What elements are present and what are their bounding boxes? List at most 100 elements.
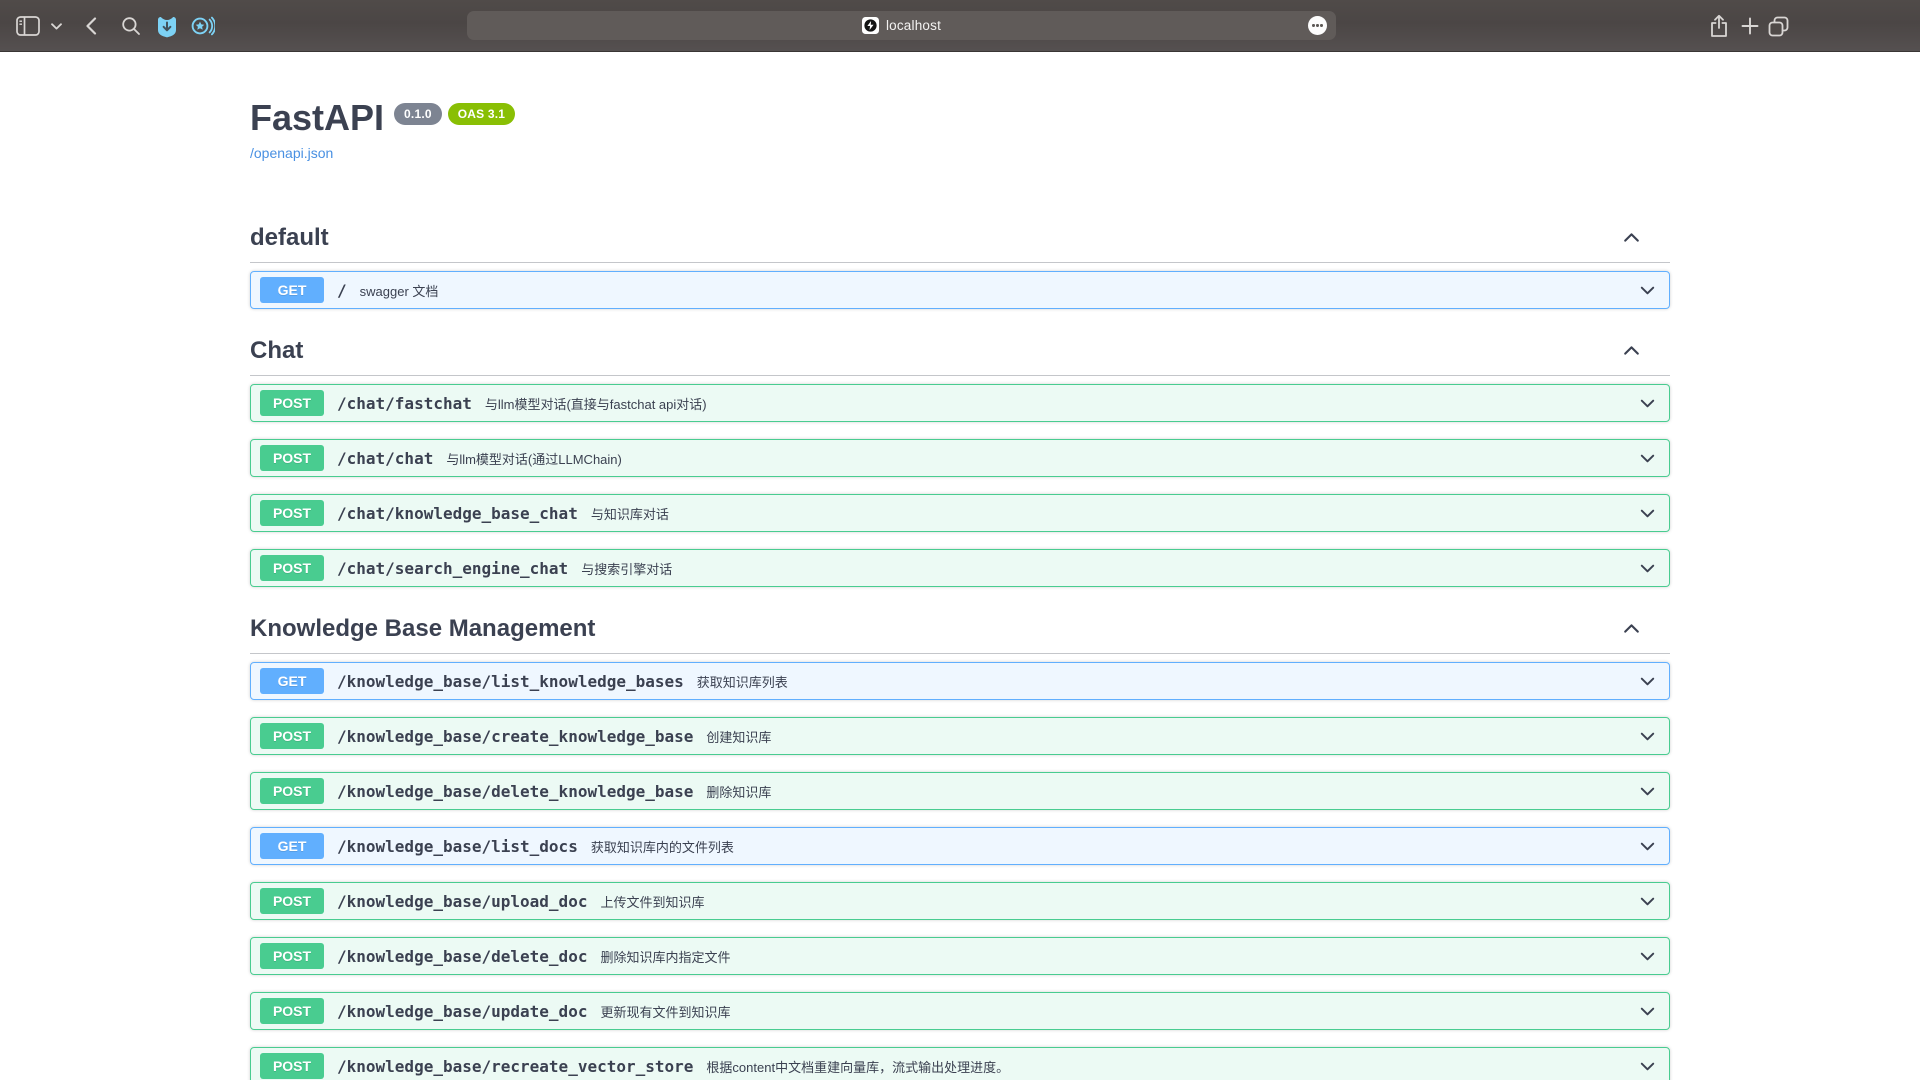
- operation-row-post-chat-chat[interactable]: POST/chat/chat与llm模型对话(通过LLMChain): [250, 439, 1670, 477]
- collapse-section-chevron-up-icon[interactable]: [1621, 618, 1642, 639]
- method-badge: POST: [260, 555, 324, 581]
- back-button[interactable]: [80, 0, 102, 52]
- operation-row-post-knowledge-base-upload-doc[interactable]: POST/knowledge_base/upload_doc 上传文件到知识库: [250, 882, 1670, 920]
- ellipsis-icon: [1312, 24, 1314, 26]
- section-header-knowledge-base-management[interactable]: Knowledge Base Management: [250, 604, 1670, 654]
- operation-summary: 与知识库对话: [591, 504, 669, 523]
- star-badge-extension-icon: [190, 15, 215, 37]
- operation-row-get-root[interactable]: GET / swagger 文档: [250, 271, 1670, 309]
- fastapi-favicon-icon: [862, 17, 879, 34]
- operation-row-post-chat-knowledge-base-chat[interactable]: POST/chat/knowledge_base_chat 与知识库对话: [250, 494, 1670, 532]
- api-info: FastAPI 0.1.0 OAS 3.1 /openapi.json: [250, 96, 1670, 163]
- operation-summary: 上传文件到知识库: [600, 892, 704, 911]
- section-header-default[interactable]: default: [250, 213, 1670, 263]
- tabs-overview-icon: [1767, 15, 1790, 38]
- expand-operation-chevron-down-icon[interactable]: [1638, 281, 1657, 300]
- operation-summary: 与搜索引擎对话: [581, 559, 672, 578]
- expand-operation-chevron-down-icon[interactable]: [1638, 1057, 1657, 1076]
- section-header-chat[interactable]: Chat: [250, 326, 1670, 376]
- section-title: Chat: [250, 334, 303, 367]
- section-title: default: [250, 221, 329, 254]
- page-title: FastAPI: [250, 96, 384, 139]
- operation-summary: swagger 文档: [360, 281, 439, 300]
- api-section-default: default GET / swagger 文档: [250, 213, 1670, 309]
- operation-summary: 获取知识库内的文件列表: [591, 837, 734, 856]
- openapi-spec-link[interactable]: /openapi.json: [250, 145, 333, 161]
- operation-path: /knowledge_base/create_knowledge_base: [337, 727, 693, 746]
- operation-path: /knowledge_base/list_docs: [337, 837, 578, 856]
- new-tab-icon: [1741, 17, 1759, 35]
- expand-operation-chevron-down-icon[interactable]: [1638, 1002, 1657, 1021]
- operation-path: /chat/chat: [337, 449, 433, 468]
- operation-row-post-knowledge-base-update-doc[interactable]: POST/knowledge_base/update_doc更新现有文件到知识库: [250, 992, 1670, 1030]
- operation-row-post-knowledge-base-recreate-vector-store[interactable]: POST/knowledge_base/recreate_vector_stor…: [250, 1047, 1670, 1080]
- method-badge: POST: [260, 1053, 324, 1079]
- search-button[interactable]: [119, 0, 143, 52]
- method-badge: GET: [260, 277, 324, 303]
- new-tab-button[interactable]: [1737, 0, 1763, 52]
- operation-path: /knowledge_base/delete_knowledge_base: [337, 782, 693, 801]
- collapse-section-chevron-up-icon[interactable]: [1621, 227, 1642, 248]
- extension-button-star[interactable]: [189, 0, 215, 52]
- expand-operation-chevron-down-icon[interactable]: [1638, 892, 1657, 911]
- method-badge: GET: [260, 833, 324, 859]
- expand-operation-chevron-down-icon[interactable]: [1638, 449, 1657, 468]
- operation-row-post-chat-search-engine-chat[interactable]: POST/chat/search_engine_chat 与搜索引擎对话: [250, 549, 1670, 587]
- operation-path: /knowledge_base/list_knowledge_bases: [337, 672, 684, 691]
- method-badge: POST: [260, 500, 324, 526]
- method-badge: POST: [260, 390, 324, 416]
- operation-summary: 创建知识库: [706, 727, 771, 746]
- tabs-overview-button[interactable]: [1763, 0, 1793, 52]
- expand-operation-chevron-down-icon[interactable]: [1638, 727, 1657, 746]
- api-sections: default GET / swagger 文档 Chat POST/chat/fa…: [250, 213, 1670, 1080]
- expand-operation-chevron-down-icon[interactable]: [1638, 394, 1657, 413]
- operation-row-get-knowledge-base-list-knowledge-bases[interactable]: GET/knowledge_base/list_knowledge_bases 获…: [250, 662, 1670, 700]
- operation-summary: 更新现有文件到知识库: [600, 1002, 730, 1021]
- back-icon: [85, 17, 97, 35]
- operation-row-post-knowledge-base-create-knowledge-base[interactable]: POST/knowledge_base/create_knowledge_bas…: [250, 717, 1670, 755]
- operation-summary: 获取知识库列表: [697, 672, 788, 691]
- expand-operation-chevron-down-icon[interactable]: [1638, 672, 1657, 691]
- method-badge: POST: [260, 778, 324, 804]
- operation-path: /knowledge_base/delete_doc: [337, 947, 587, 966]
- expand-operation-chevron-down-icon[interactable]: [1638, 504, 1657, 523]
- operation-summary: 根据content中文档重建向量库，流式输出处理进度。: [706, 1057, 1009, 1076]
- sidebar-toggle-button[interactable]: [13, 0, 43, 52]
- sidebar-menu-button[interactable]: [48, 0, 64, 52]
- operation-path: /chat/knowledge_base_chat: [337, 504, 578, 523]
- oas-badge: OAS 3.1: [448, 103, 515, 125]
- chevron-down-icon: [51, 23, 62, 30]
- version-badge: 0.1.0: [394, 103, 442, 125]
- share-button[interactable]: [1705, 0, 1733, 52]
- collapse-section-chevron-up-icon[interactable]: [1621, 340, 1642, 361]
- expand-operation-chevron-down-icon[interactable]: [1638, 782, 1657, 801]
- swagger-page: FastAPI 0.1.0 OAS 3.1 /openapi.json defa…: [230, 52, 1690, 1080]
- operation-summary: 与llm模型对话(直接与fastchat api对话): [485, 394, 707, 413]
- address-bar[interactable]: localhost: [467, 11, 1336, 40]
- operation-row-post-knowledge-base-delete-doc[interactable]: POST/knowledge_base/delete_doc删除知识库内指定文件: [250, 937, 1670, 975]
- expand-operation-chevron-down-icon[interactable]: [1638, 837, 1657, 856]
- browser-toolbar: localhost: [0, 0, 1920, 52]
- section-title: Knowledge Base Management: [250, 612, 595, 645]
- expand-operation-chevron-down-icon[interactable]: [1638, 559, 1657, 578]
- api-section-chat: Chat POST/chat/fastchat 与llm模型对话(直接与fastc…: [250, 326, 1670, 587]
- method-badge: POST: [260, 888, 324, 914]
- page-settings-button[interactable]: [1308, 16, 1327, 35]
- method-badge: POST: [260, 445, 324, 471]
- operation-path: /knowledge_base/upload_doc: [337, 892, 587, 911]
- operation-path: /: [337, 281, 347, 300]
- method-badge: POST: [260, 723, 324, 749]
- share-icon: [1709, 14, 1729, 38]
- operation-row-get-knowledge-base-list-docs[interactable]: GET/knowledge_base/list_docs 获取知识库内的文件列表: [250, 827, 1670, 865]
- expand-operation-chevron-down-icon[interactable]: [1638, 947, 1657, 966]
- operation-row-post-knowledge-base-delete-knowledge-base[interactable]: POST/knowledge_base/delete_knowledge_bas…: [250, 772, 1670, 810]
- method-badge: POST: [260, 998, 324, 1024]
- operation-summary: 删除知识库: [706, 782, 771, 801]
- operation-path: /chat/fastchat: [337, 394, 472, 413]
- operation-path: /chat/search_engine_chat: [337, 559, 568, 578]
- operation-summary: 删除知识库内指定文件: [600, 947, 730, 966]
- operation-row-post-chat-fastchat[interactable]: POST/chat/fastchat 与llm模型对话(直接与fastchat a…: [250, 384, 1670, 422]
- method-badge: GET: [260, 668, 324, 694]
- shield-download-extension-icon: [156, 15, 178, 38]
- extension-button-download[interactable]: [154, 0, 180, 52]
